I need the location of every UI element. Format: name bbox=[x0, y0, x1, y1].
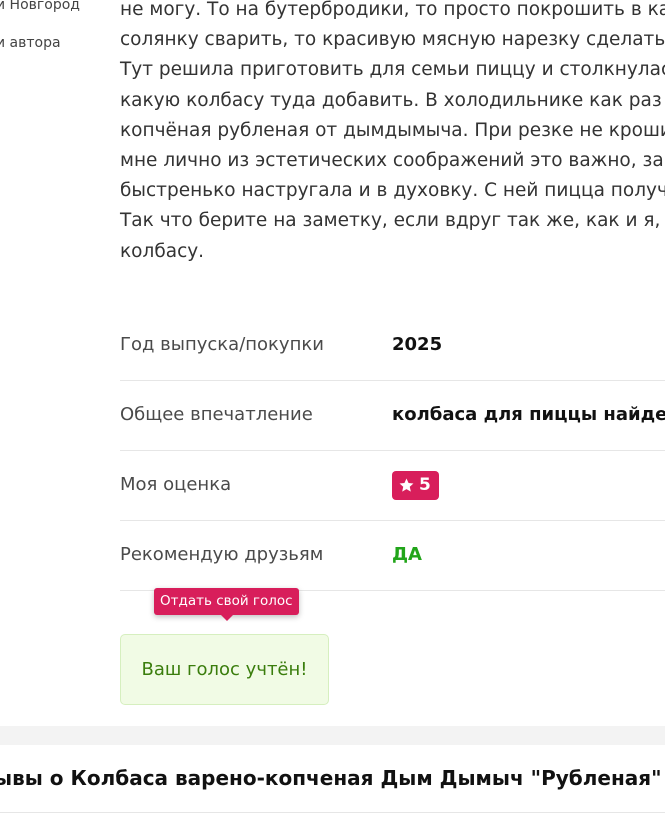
attr-value-recommend: ДА bbox=[392, 544, 422, 565]
attr-label-recommend: Рекомендую друзьям bbox=[120, 544, 324, 565]
review-line: мне лично из эстетических соображений эт… bbox=[120, 150, 664, 172]
attr-label-impression: Общее впечатление bbox=[120, 404, 313, 425]
reviews-section-heading: ывы о Колбаса варено-копченая Дым Дымыч … bbox=[0, 766, 662, 790]
attr-row-recommend: Рекомендую друзьям ДА bbox=[120, 521, 665, 591]
vote-tooltip-text: Отдать свой голос bbox=[160, 593, 293, 609]
vote-confirmation-box: Ваш голос учтён! bbox=[120, 634, 329, 705]
section-divider bbox=[0, 726, 665, 745]
review-body: не могу. То на бутербродики, то просто п… bbox=[120, 0, 665, 267]
review-line: быстренько настругала и в духовку. С ней… bbox=[120, 180, 665, 202]
author-reviews-link[interactable]: и автора bbox=[0, 35, 61, 51]
rating-value: 5 bbox=[419, 475, 431, 495]
review-line: колбасу. bbox=[120, 240, 205, 262]
review-line: какую колбасу туда добавить. В холодильн… bbox=[120, 89, 665, 111]
rating-badge: 5 bbox=[392, 471, 439, 500]
attr-row-year: Год выпуска/покупки 2025 bbox=[120, 311, 665, 381]
review-line: Так что берите на заметку, если вдруг та… bbox=[120, 210, 665, 232]
heading-divider bbox=[0, 812, 665, 813]
review-attributes: Год выпуска/покупки 2025 Общее впечатлен… bbox=[120, 311, 665, 591]
vote-confirmation-text: Ваш голос учтён! bbox=[141, 659, 308, 680]
attr-row-rating: Моя оценка 5 bbox=[120, 451, 665, 521]
vote-tooltip: Отдать свой голос bbox=[154, 588, 299, 621]
attr-label-year: Год выпуска/покупки bbox=[120, 334, 324, 355]
review-line: не могу. То на бутербродики, то просто п… bbox=[120, 0, 665, 20]
tooltip-arrow-icon bbox=[221, 615, 233, 621]
review-line: солянку сварить, то красивую мясную наре… bbox=[120, 29, 665, 51]
attr-value-impression: колбаса для пиццы найдена bbox=[392, 404, 665, 425]
attr-value-year: 2025 bbox=[392, 334, 443, 355]
star-icon bbox=[399, 478, 414, 492]
attr-label-rating: Моя оценка bbox=[120, 474, 232, 495]
review-page: й Новгород и автора не могу. То на бутер… bbox=[0, 0, 665, 820]
attr-row-impression: Общее впечатление колбаса для пиццы найд… bbox=[120, 381, 665, 451]
review-line: копчёная рубленая от дымдымыча. При резк… bbox=[120, 119, 665, 141]
review-line: Тут решила приготовить для семьи пиццу и… bbox=[120, 59, 665, 81]
author-city: й Новгород bbox=[0, 0, 80, 13]
